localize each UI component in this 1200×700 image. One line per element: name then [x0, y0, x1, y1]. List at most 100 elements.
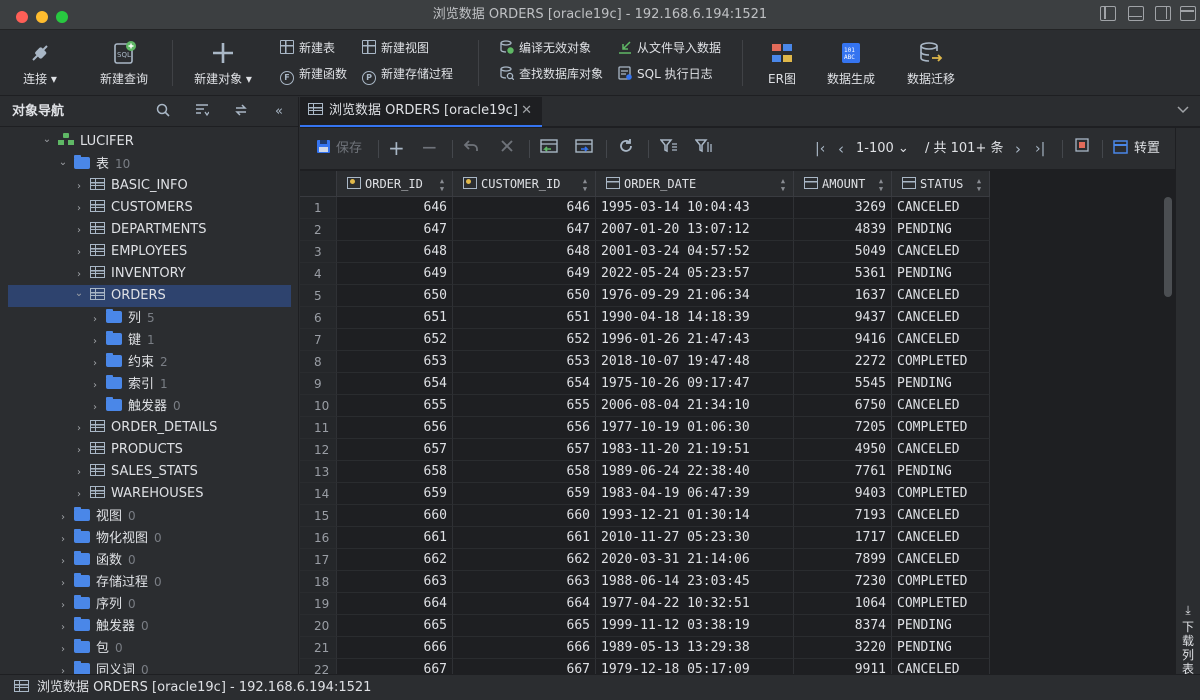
- er-diagram-button[interactable]: ER图: [762, 40, 802, 87]
- stop-icon[interactable]: [1075, 138, 1089, 160]
- chevron-right-icon[interactable]: ›: [56, 639, 70, 661]
- table-cell[interactable]: 650: [453, 285, 596, 307]
- table-row[interactable]: 10 655 655 2006-08-04 21:34:10 6750 CANCELED: [300, 395, 1165, 417]
- tree-node-table[interactable]: › SALES_STATS: [72, 461, 198, 483]
- table-cell[interactable]: 1993-12-21 01:30:14: [596, 505, 794, 527]
- table-row[interactable]: 18 663 663 1988-06-14 23:03:45 7230 COMPLETED: [300, 571, 1165, 593]
- table-cell[interactable]: 651: [453, 307, 596, 329]
- column-header[interactable]: ORDER_DATE ▲▼: [596, 171, 794, 197]
- chevron-right-icon[interactable]: ›: [56, 617, 70, 639]
- table-row[interactable]: 15 660 660 1993-12-21 01:30:14 7193 CANCELED: [300, 505, 1165, 527]
- tree-node-table[interactable]: › ORDER_DETAILS: [72, 417, 217, 439]
- chevron-right-icon[interactable]: ›: [72, 484, 86, 506]
- data-migrate-button[interactable]: 数据迁移: [902, 40, 960, 87]
- import-icon[interactable]: [575, 138, 593, 160]
- chevron-right-icon[interactable]: ›: [72, 220, 86, 242]
- table-cell[interactable]: 655: [337, 395, 453, 417]
- find-db-object-button[interactable]: 查找数据库对象: [500, 64, 603, 84]
- tree-node-folder[interactable]: › 序列 0: [56, 593, 136, 615]
- sync-icon[interactable]: [232, 103, 250, 121]
- table-cell[interactable]: PENDING: [892, 615, 990, 637]
- tree-node-folder[interactable]: › 同义词 0: [56, 659, 149, 674]
- table-cell[interactable]: 1988-06-14 23:03:45: [596, 571, 794, 593]
- table-cell[interactable]: 1975-10-26 09:17:47: [596, 373, 794, 395]
- refresh-icon[interactable]: [618, 138, 634, 160]
- tree-node-folder[interactable]: › 物化视图 0: [56, 527, 162, 549]
- table-cell[interactable]: 1999-11-12 03:38:19: [596, 615, 794, 637]
- tree-node-folder[interactable]: › 存储过程 0: [56, 571, 162, 593]
- table-cell[interactable]: 649: [337, 263, 453, 285]
- chevron-right-icon[interactable]: ›: [88, 397, 102, 419]
- chevron-right-icon[interactable]: ›: [88, 375, 102, 397]
- table-cell[interactable]: CANCELED: [892, 241, 990, 263]
- table-cell[interactable]: 2006-08-04 21:34:10: [596, 395, 794, 417]
- table-cell[interactable]: 9403: [794, 483, 892, 505]
- tree-node-table[interactable]: › WAREHOUSES: [72, 483, 204, 505]
- table-row[interactable]: 9 654 654 1975-10-26 09:17:47 5545 PENDING: [300, 373, 1165, 395]
- table-cell[interactable]: 1983-04-19 06:47:39: [596, 483, 794, 505]
- table-cell[interactable]: 2001-03-24 04:57:52: [596, 241, 794, 263]
- table-cell[interactable]: 3220: [794, 637, 892, 659]
- table-row[interactable]: 2 647 647 2007-01-20 13:07:12 4839 PENDING: [300, 219, 1165, 241]
- chevron-right-icon[interactable]: ›: [72, 198, 86, 220]
- table-cell[interactable]: 9437: [794, 307, 892, 329]
- table-cell[interactable]: 7761: [794, 461, 892, 483]
- table-cell[interactable]: 9416: [794, 329, 892, 351]
- table-cell[interactable]: 649: [453, 263, 596, 285]
- table-row[interactable]: 16 661 661 2010-11-27 05:23:30 1717 CANCELED: [300, 527, 1165, 549]
- table-row[interactable]: 13 658 658 1989-06-24 22:38:40 7761 PENDING: [300, 461, 1165, 483]
- chevron-right-icon[interactable]: ›: [88, 309, 102, 331]
- new-function-button[interactable]: F 新建函数: [280, 64, 347, 85]
- table-cell[interactable]: 8374: [794, 615, 892, 637]
- table-cell[interactable]: PENDING: [892, 263, 990, 285]
- table-cell[interactable]: 648: [337, 241, 453, 263]
- tab-list-chevron-icon[interactable]: [1176, 102, 1190, 120]
- sql-log-button[interactable]: SQL 执行日志: [618, 64, 713, 84]
- sort-icon[interactable]: ▲▼: [779, 177, 787, 193]
- table-cell[interactable]: CANCELED: [892, 197, 990, 219]
- data-generate-button[interactable]: 101 ABC 数据生成: [822, 40, 880, 87]
- grid-vertical-scrollbar[interactable]: [1164, 197, 1172, 297]
- table-cell[interactable]: 5545: [794, 373, 892, 395]
- chevron-right-icon[interactable]: ›: [72, 462, 86, 484]
- collapse-all-icon[interactable]: [193, 103, 211, 121]
- table-cell[interactable]: 661: [337, 527, 453, 549]
- next-page-icon[interactable]: ›: [1015, 138, 1021, 160]
- page-range-select[interactable]: 1-100 ⌄: [856, 138, 909, 160]
- table-row[interactable]: 12 657 657 1983-11-20 21:19:51 4950 CANCELED: [300, 439, 1165, 461]
- table-cell[interactable]: 1064: [794, 593, 892, 615]
- table-cell[interactable]: COMPLETED: [892, 593, 990, 615]
- table-cell[interactable]: CANCELED: [892, 285, 990, 307]
- delete-row-icon[interactable]: −: [421, 136, 438, 158]
- table-cell[interactable]: COMPLETED: [892, 351, 990, 373]
- table-cell[interactable]: 652: [337, 329, 453, 351]
- table-row[interactable]: 6 651 651 1990-04-18 14:18:39 9437 CANCELED: [300, 307, 1165, 329]
- table-cell[interactable]: 4839: [794, 219, 892, 241]
- toggle-left-panel-icon[interactable]: [1100, 6, 1116, 21]
- tree-node-folder[interactable]: › 包 0: [56, 637, 123, 659]
- chevron-down-icon[interactable]: ⌄: [56, 152, 70, 174]
- chevron-right-icon[interactable]: ›: [56, 573, 70, 595]
- table-cell[interactable]: 7230: [794, 571, 892, 593]
- new-query-button[interactable]: SQL 新建查询: [96, 40, 152, 87]
- download-list-button[interactable]: ⤓ 下载列表: [1180, 603, 1196, 676]
- table-cell[interactable]: 661: [453, 527, 596, 549]
- table-cell[interactable]: 665: [453, 615, 596, 637]
- sort-icon[interactable]: ▲▼: [877, 177, 885, 193]
- table-cell[interactable]: CANCELED: [892, 395, 990, 417]
- tree-node-tables-folder[interactable]: ⌄ 表 10: [56, 153, 130, 175]
- table-cell[interactable]: COMPLETED: [892, 417, 990, 439]
- tab-browse-orders[interactable]: 浏览数据 ORDERS [oracle19c] ✕: [300, 97, 542, 127]
- table-cell[interactable]: 660: [453, 505, 596, 527]
- table-cell[interactable]: 654: [337, 373, 453, 395]
- chevron-right-icon[interactable]: ›: [88, 331, 102, 353]
- table-cell[interactable]: PENDING: [892, 373, 990, 395]
- collapse-panel-icon[interactable]: «: [270, 103, 288, 121]
- table-cell[interactable]: 658: [453, 461, 596, 483]
- export-icon[interactable]: [540, 138, 558, 160]
- table-cell[interactable]: 3269: [794, 197, 892, 219]
- tree-node-table[interactable]: › CUSTOMERS: [72, 197, 193, 219]
- previous-page-icon[interactable]: ‹: [838, 138, 844, 160]
- compile-invalid-button[interactable]: 编译无效对象: [500, 38, 591, 58]
- table-row[interactable]: 22 667 667 1979-12-18 05:17:09 9911 CANCELED: [300, 659, 1165, 674]
